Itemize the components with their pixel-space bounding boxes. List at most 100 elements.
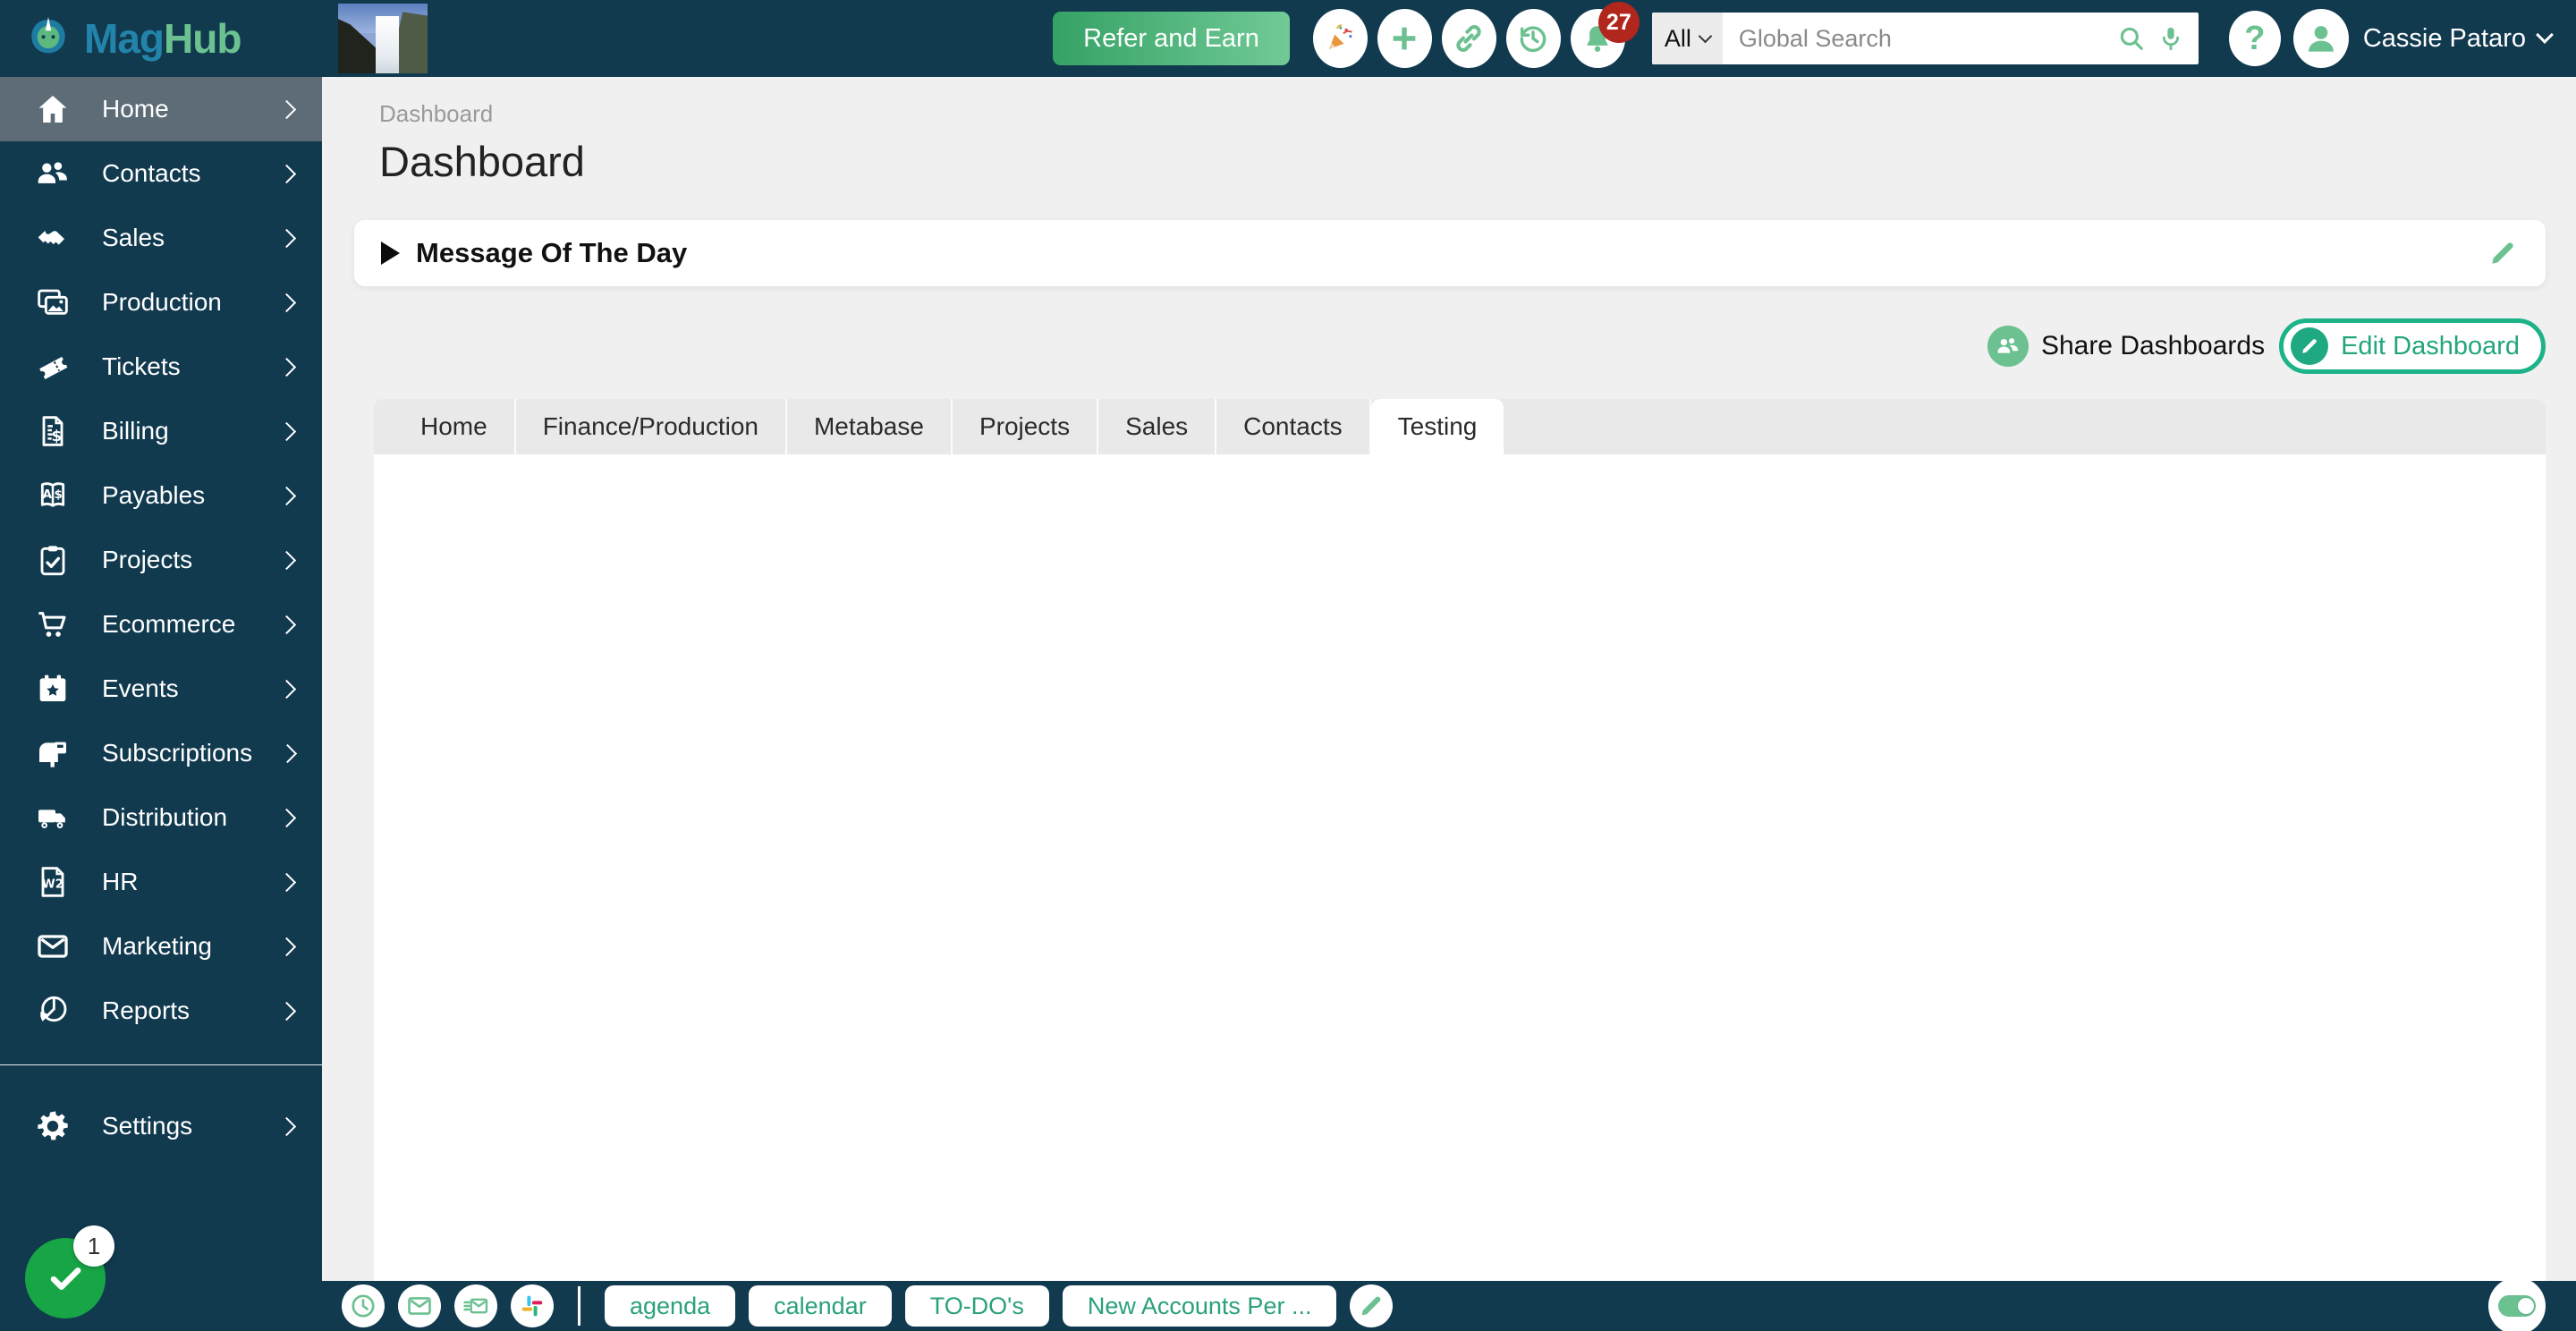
clipboard-check-icon: [32, 541, 73, 579]
share-dashboards-button[interactable]: Share Dashboards: [1987, 326, 2265, 367]
sidebar-item-distribution[interactable]: Distribution: [0, 785, 322, 850]
user-name[interactable]: Cassie Pataro: [2363, 24, 2526, 54]
sidebar-item-home[interactable]: Home: [0, 77, 322, 141]
sidebar-item-label: Reports: [102, 996, 191, 1024]
sidebar-item-settings[interactable]: Settings: [0, 1094, 322, 1158]
avatar[interactable]: [2292, 9, 2349, 68]
edit-pencil-icon: [2291, 327, 2329, 365]
toolbar-visibility-toggle[interactable]: [2488, 1277, 2546, 1331]
tab-testing[interactable]: Testing: [1370, 399, 1504, 454]
sidebar-item-events[interactable]: Events: [0, 657, 322, 721]
edit-dashboard-label: Edit Dashboard: [2341, 331, 2520, 360]
chevron-right-icon: [276, 679, 297, 699]
edit-motd-pencil-icon[interactable]: [2487, 237, 2519, 269]
party-popper-icon: [1323, 21, 1357, 55]
agenda-button[interactable]: agenda: [605, 1285, 736, 1327]
app-window: MagHub Home Contacts Sales Production Ti…: [0, 0, 2576, 1331]
recent-items-button[interactable]: [342, 1284, 385, 1327]
svg-text:$: $: [52, 428, 63, 445]
user-silhouette-icon: [2301, 19, 2341, 58]
sidebar-item-label: Contacts: [102, 159, 201, 187]
chevron-right-icon: [276, 357, 297, 377]
sidebar-item-reports[interactable]: Reports: [0, 979, 322, 1043]
global-search-input[interactable]: [1722, 13, 2116, 64]
quick-links-button[interactable]: [1441, 9, 1496, 68]
sidebar-item-label: Subscriptions: [102, 739, 253, 767]
chevron-down-icon: [1698, 29, 1713, 43]
chevron-right-icon: [276, 1116, 297, 1136]
help-button[interactable]: ?: [2228, 11, 2281, 66]
tab-metabase[interactable]: Metabase: [787, 399, 953, 454]
chevron-right-icon: [276, 228, 297, 248]
refer-and-earn-button[interactable]: Refer and Earn: [1053, 12, 1290, 65]
images-icon: [32, 284, 73, 321]
sidebar-nav: Home Contacts Sales Production Tickets $…: [0, 77, 322, 1331]
home-icon: [32, 90, 73, 128]
sidebar-item-payables[interactable]: A $ Payables: [0, 463, 322, 528]
tab-contacts[interactable]: Contacts: [1216, 399, 1371, 454]
chevron-right-icon: [277, 743, 298, 763]
question-mark-icon: ?: [2244, 19, 2266, 57]
recent-history-button[interactable]: [1505, 9, 1561, 68]
envelope-icon: [32, 928, 73, 965]
contacts-icon: [32, 155, 73, 192]
toggle-on-icon: [2498, 1295, 2536, 1317]
sidebar-item-ecommerce[interactable]: Ecommerce: [0, 592, 322, 657]
microphone-icon[interactable]: [2156, 23, 2186, 54]
sidebar-item-projects[interactable]: Projects: [0, 528, 322, 592]
sidebar-item-marketing[interactable]: Marketing: [0, 914, 322, 979]
plus-icon: [1387, 21, 1421, 55]
global-search-bar: All: [1651, 13, 2199, 64]
chevron-right-icon: [276, 99, 297, 119]
tasks-fab-button[interactable]: 1: [25, 1225, 114, 1318]
tab-projects[interactable]: Projects: [953, 399, 1099, 454]
calendar-button[interactable]: calendar: [749, 1285, 892, 1327]
whats-new-button[interactable]: [1312, 9, 1368, 68]
tab-finance-production[interactable]: Finance/Production: [516, 399, 787, 454]
sidebar-item-contacts[interactable]: Contacts: [0, 141, 322, 206]
todos-button[interactable]: TO-DO's: [904, 1285, 1049, 1327]
sidebar-item-label: Tickets: [102, 352, 181, 380]
edit-toolbar-button[interactable]: [1350, 1284, 1394, 1327]
dashboard-tab-strip: Home Finance/Production Metabase Project…: [374, 399, 2546, 454]
quick-add-button[interactable]: [1377, 9, 1432, 68]
history-clock-icon: [1516, 21, 1550, 55]
new-accounts-button[interactable]: New Accounts Per ...: [1062, 1285, 1337, 1327]
tab-home[interactable]: Home: [394, 399, 516, 454]
mail-button[interactable]: [398, 1284, 441, 1327]
sidebar-item-hr[interactable]: W2 HR: [0, 850, 322, 914]
sidebar-item-label: Ecommerce: [102, 610, 236, 638]
main-area: Refer and Earn 27 All Global Search ? Ca…: [322, 0, 2576, 1331]
sidebar-item-subscriptions[interactable]: Subscriptions: [0, 721, 322, 785]
user-menu-chevron-icon[interactable]: [2536, 26, 2554, 44]
sidebar-item-production[interactable]: Production: [0, 270, 322, 335]
notifications-button[interactable]: 27: [1570, 2, 1640, 68]
chevron-right-icon: [276, 937, 297, 956]
sidebar-item-label: Sales: [102, 224, 165, 251]
sidebar-item-label: Events: [102, 674, 179, 702]
chevron-right-icon: [276, 486, 297, 505]
content-area: Dashboard Dashboard Message Of The Day S…: [322, 77, 2576, 1281]
edit-dashboard-button[interactable]: Edit Dashboard: [2279, 318, 2546, 374]
ledger-book-icon: A $: [32, 477, 73, 514]
pencil-icon: [1357, 1292, 1385, 1320]
expand-caret-icon[interactable]: [381, 242, 400, 265]
sidebar-item-label: Home: [102, 95, 169, 123]
tab-sales[interactable]: Sales: [1098, 399, 1217, 454]
search-icon[interactable]: [2116, 23, 2147, 54]
waterfall-thumbnail-image[interactable]: [338, 4, 428, 73]
sidebar-item-sales[interactable]: Sales: [0, 206, 322, 270]
page-title: Dashboard: [379, 138, 585, 185]
topbar-icon-cluster: 27: [1312, 2, 1640, 68]
clock-icon: [349, 1292, 377, 1320]
send-mail-button[interactable]: [454, 1284, 497, 1327]
dashboard-tabs-region: Home Finance/Production Metabase Project…: [374, 399, 2546, 1281]
send-envelope-icon: [462, 1292, 490, 1320]
maghub-logo[interactable]: MagHub: [0, 0, 322, 77]
sidebar-item-tickets[interactable]: Tickets: [0, 335, 322, 399]
message-of-the-day-panel[interactable]: Message Of The Day: [354, 220, 2546, 286]
svg-text:$: $: [55, 488, 63, 502]
slack-button[interactable]: [511, 1284, 554, 1327]
search-scope-select[interactable]: All: [1651, 13, 1723, 64]
sidebar-item-billing[interactable]: $ Billing: [0, 399, 322, 463]
